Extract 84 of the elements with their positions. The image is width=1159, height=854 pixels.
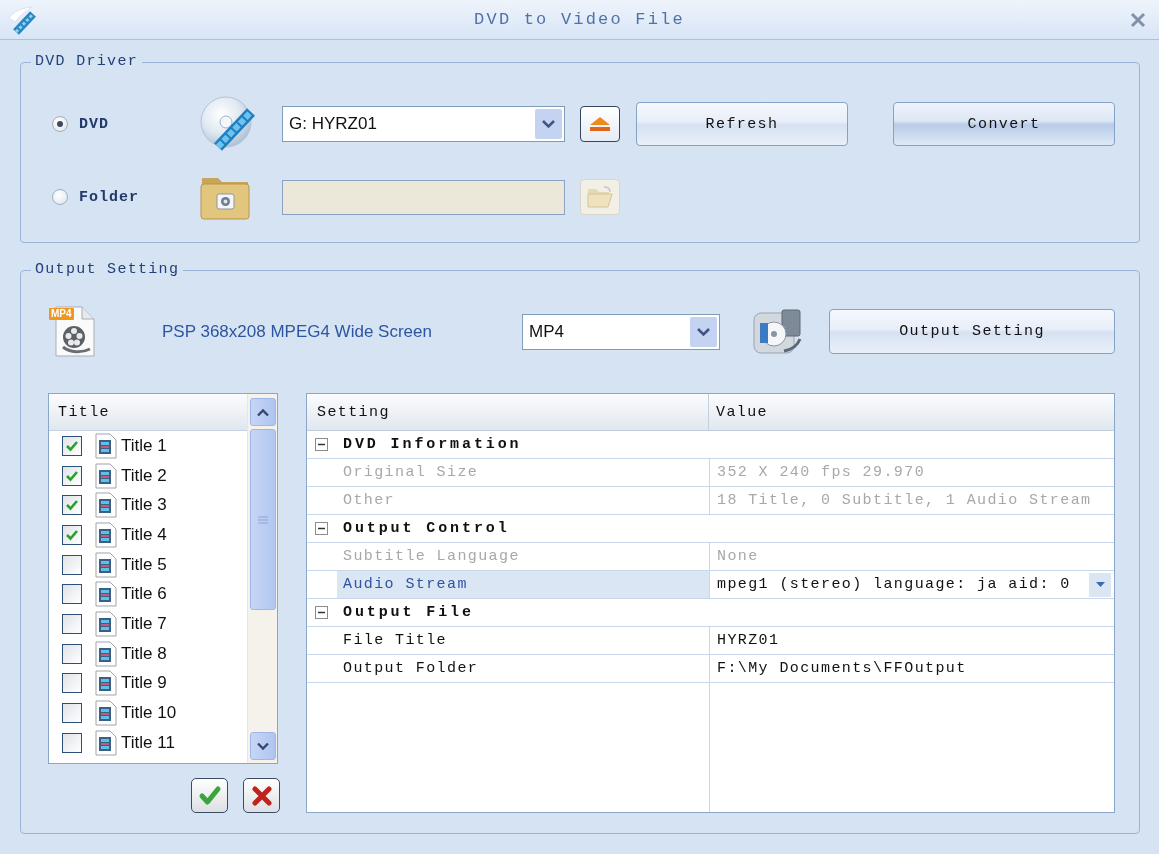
checkbox[interactable] [62, 584, 82, 605]
title-name: Title 2 [121, 465, 167, 486]
video-file-icon [95, 521, 117, 548]
minus-box-icon[interactable] [314, 522, 328, 535]
property-value: F:\My Documents\FFOutput [717, 660, 968, 677]
checkbox[interactable] [62, 613, 82, 634]
chevron-down-icon [535, 109, 562, 139]
checkbox[interactable] [62, 465, 82, 486]
property-name[interactable]: File Title [337, 627, 709, 654]
title-name: Title 8 [121, 643, 167, 664]
checkbox[interactable] [62, 524, 82, 545]
checkbox[interactable] [62, 703, 82, 724]
checkbox[interactable] [62, 435, 82, 456]
dropdown-button[interactable] [1089, 572, 1111, 597]
property-name[interactable]: Audio Stream [337, 571, 709, 598]
video-file-icon [95, 729, 117, 756]
property-value: None [717, 548, 760, 565]
checkbox[interactable] [62, 643, 82, 664]
video-file-icon [95, 432, 117, 459]
convert-button[interactable]: Convert [893, 102, 1115, 146]
tick-icon [65, 469, 79, 482]
profile-label: PSP 368x208 MPEG4 Wide Screen [162, 321, 433, 342]
column-header: Setting [307, 394, 709, 430]
video-file-icon [95, 700, 117, 727]
refresh-button[interactable]: Refresh [636, 102, 848, 146]
film-strip-icon [8, 4, 36, 35]
output-setting-button[interactable]: Output Setting [829, 309, 1115, 354]
eject-button[interactable] [580, 106, 620, 142]
window-title: DVD to Video File [474, 10, 685, 29]
property-value: 352 X 240 fps 29.970 [717, 464, 927, 481]
checkbox[interactable] [62, 673, 82, 694]
open-folder-icon [587, 186, 613, 208]
title-name: Title 9 [121, 673, 167, 694]
scroll-up-button[interactable] [249, 398, 276, 426]
checkbox[interactable] [62, 554, 82, 575]
close-button[interactable] [1130, 11, 1146, 28]
category-label: Output File [342, 604, 475, 621]
tick-icon [65, 439, 79, 452]
caret-down-icon [1095, 582, 1105, 587]
property-value: 18 Title, 0 Subtitle, 1 Audio Stream [717, 492, 1093, 509]
category-label: DVD Information [342, 436, 523, 453]
category-label: Output Control [342, 520, 511, 537]
cross-icon [249, 784, 274, 807]
title-name: Title 1 [121, 435, 167, 456]
title-name: Title 11 [121, 732, 175, 753]
title-name: Title 5 [121, 554, 167, 575]
tick-icon [65, 528, 79, 541]
video-file-icon [95, 462, 117, 489]
property-value: mpeg1 (stereo) language: ja aid: 0 [717, 576, 1072, 593]
title-name: Title 4 [121, 524, 167, 545]
title-name: Title 3 [121, 495, 167, 516]
confirm-button[interactable] [191, 778, 228, 813]
title-name: Title 7 [121, 613, 167, 634]
scrollbar-thumb[interactable] [249, 429, 276, 610]
chevron-up-icon [255, 407, 270, 417]
cancel-button[interactable] [243, 778, 280, 813]
tick-icon [65, 499, 79, 512]
property-value: HYRZ01 [717, 632, 781, 649]
checkbox[interactable] [62, 732, 82, 753]
checkbox[interactable] [62, 495, 82, 516]
drive-dropdown[interactable]: G: HYRZ01 [282, 106, 565, 142]
video-file-icon [95, 670, 117, 697]
video-file-icon [95, 640, 117, 667]
video-file-icon [95, 581, 117, 608]
title-name: Title 10 [121, 703, 177, 724]
eject-icon [589, 116, 611, 132]
group-legend: Output Setting [31, 261, 184, 279]
scroll-down-button[interactable] [249, 732, 276, 760]
video-file-icon [95, 492, 117, 519]
column-header: Title [49, 394, 247, 431]
property-name[interactable]: Output Folder [337, 655, 709, 682]
video-file-icon [95, 610, 117, 637]
chevron-down-icon [255, 741, 270, 751]
close-icon [1130, 11, 1146, 28]
minus-box-icon[interactable] [314, 438, 328, 451]
column-header: Value [715, 402, 769, 423]
check-icon [197, 784, 222, 807]
minus-box-icon[interactable] [314, 606, 328, 619]
source-radio[interactable]: DVD [52, 115, 109, 133]
format-dropdown[interactable]: MP4 [522, 313, 720, 350]
video-file-icon [95, 551, 117, 578]
chevron-down-icon [690, 316, 717, 347]
format-badge: MP4 [49, 308, 74, 320]
title-name: Title 6 [121, 584, 167, 605]
